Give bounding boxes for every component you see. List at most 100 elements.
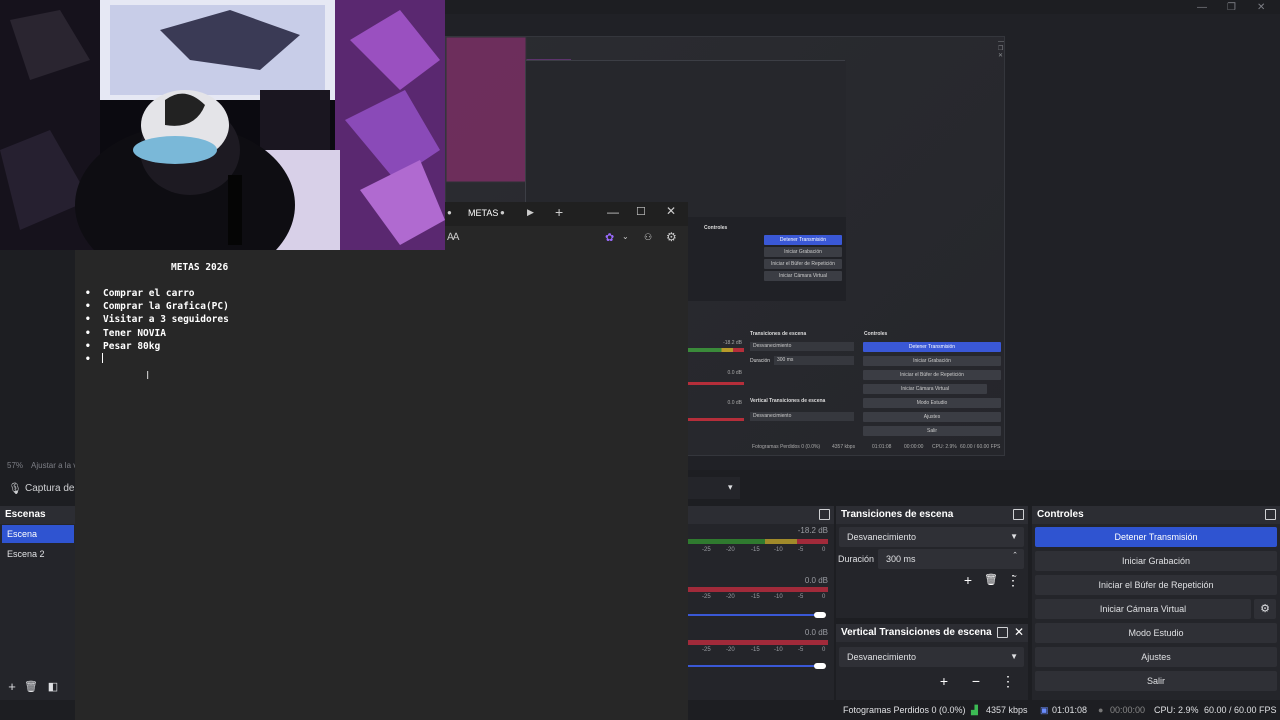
scenes-dock: Escenas Escena Escena 2 (0, 506, 75, 700)
nested-transitions: Transiciones de escena Desvanecimiento D… (746, 328, 858, 440)
duration-label: Duración (838, 554, 875, 564)
spellcheck-icon[interactable]: Ꜳ (447, 232, 460, 243)
studio-mode-button[interactable]: Modo Estudio (1035, 623, 1277, 643)
nested-trans-title: Transiciones de escena (750, 331, 807, 337)
fps: 60.00 / 60.00 FPS (1204, 705, 1277, 715)
copilot-icon[interactable]: ✿ (605, 231, 614, 244)
gear-icon[interactable]: ⚙ (666, 230, 677, 244)
dock-float-icon[interactable] (1265, 509, 1276, 520)
dock-float-icon[interactable] (1013, 509, 1024, 520)
bitrate: 4357 kbps (986, 705, 1028, 715)
zoom-value[interactable]: 57% (7, 461, 23, 470)
list-item: • Comprar el carro (85, 288, 195, 299)
scenes-title: Escenas (0, 506, 75, 524)
volume-slider-3[interactable] (688, 665, 822, 667)
minimize-icon[interactable]: — (607, 205, 619, 219)
add-icon[interactable]: + (935, 672, 953, 690)
notepad-tab-metas[interactable]: METAS (468, 208, 498, 218)
minimize-icon[interactable]: — (1197, 2, 1207, 13)
signal-icon: ▟ (971, 705, 978, 715)
vertical-transition-select[interactable]: Desvanecimiento ▼ (839, 647, 1024, 667)
volume-knob-3[interactable] (814, 663, 826, 669)
notepad-editor[interactable]: METAS 2026 • Comprar el carro • Comprar la… (75, 250, 688, 720)
list-item: • Pesar 80kg (85, 341, 161, 352)
close-icon[interactable]: ✕ (666, 204, 676, 218)
volume-slider-2[interactable] (688, 614, 822, 616)
nested-status-dropped: Fotogramas Perdidos 0 (0.0%) (752, 444, 821, 450)
nested-record-button: Iniciar Grabación (764, 247, 842, 257)
meter-1-db: -18.2 dB (797, 526, 828, 535)
nested-duration-value: 300 ms (774, 356, 854, 365)
nested-status-time: 01:01:08 (872, 444, 892, 450)
maximize-icon[interactable]: ☐ (636, 205, 646, 218)
record-time: 00:00:00 (1110, 705, 1146, 715)
gear-icon[interactable]: ⚙ (1254, 599, 1276, 619)
chevron-down-icon[interactable]: ⌄ (622, 232, 629, 241)
trash-icon[interactable]: 🗑 (982, 571, 1000, 589)
nested-status-cpu: CPU: 2.9% (932, 444, 957, 450)
transition-select[interactable]: Desvanecimiento ▼ (839, 527, 1024, 547)
vertical-transitions-dock: Vertical Transiciones de escena ✕ Desvan… (836, 624, 1028, 700)
nested-ctrl-6: Salir (863, 426, 1001, 436)
meter-3-db: 0.0 dB (804, 628, 828, 637)
nested-controls: Controles Detener Transmisión Iniciar Gr… (860, 328, 1004, 440)
scene-item-escena-2[interactable]: Escena 2 (2, 545, 74, 563)
source-device-select[interactable]: ▾ (688, 477, 740, 499)
controls-title: Controles (1032, 506, 1280, 524)
nested-db-2: 0.0 dB (727, 370, 742, 376)
stream-time: 01:01:08 (1052, 705, 1088, 715)
add-scene-icon[interactable]: + (5, 680, 19, 694)
play-icon[interactable]: ▶ (527, 207, 534, 218)
chevron-down-icon: ▼ (1010, 652, 1018, 661)
notepad-toolbar: Ꜳ ✿ ⌄ ⚇ ⚙ (445, 226, 688, 252)
trash-icon[interactable]: 🗑 (24, 680, 38, 694)
nested-audio-mixer: -18.2 dB 0.0 dB 0.0 dB (688, 330, 744, 442)
nested-status-rec: 00:00:00 (904, 444, 924, 450)
stop-stream-button[interactable]: Detener Transmisión (1035, 527, 1277, 547)
start-replay-buffer-button[interactable]: Iniciar el Búfer de Repetición (1035, 575, 1277, 595)
nested-ctrl-5: Ajustes (863, 412, 1001, 422)
volume-knob-2[interactable] (814, 612, 826, 618)
nested-replay-button: Iniciar el Búfer de Repetición (764, 259, 842, 269)
new-tab-icon[interactable]: + (555, 204, 563, 220)
close-icon[interactable]: ✕ (1257, 2, 1265, 13)
ibeam-cursor-icon: I (146, 369, 150, 382)
settings-button[interactable]: Ajustes (1035, 647, 1277, 667)
start-virtual-camera-button[interactable]: Iniciar Cámara Virtual (1035, 599, 1251, 619)
more-icon[interactable]: ⋮ (1004, 571, 1022, 589)
meter-2-bar (688, 587, 828, 592)
nested-vcam-button: Iniciar Cámara Virtual (764, 271, 842, 281)
obs-window: — ❐ ✕ — ❐ ✕ Controles Detener Transmisió… (0, 0, 1280, 720)
list-item: • Comprar la Grafica(PC) (85, 301, 229, 312)
cpu-usage: CPU: 2.9% (1154, 705, 1199, 715)
meter-2-db: 0.0 dB (804, 576, 828, 585)
dock-float-icon[interactable] (819, 509, 830, 520)
start-recording-button[interactable]: Iniciar Grabación (1035, 551, 1277, 571)
title-bar: — ❐ ✕ (445, 0, 1280, 14)
dock-float-icon[interactable] (997, 627, 1008, 638)
transitions-title: Transiciones de escena (836, 506, 1028, 524)
zoom-fit-label[interactable]: Ajustar a la v (31, 461, 77, 470)
tab-dot-icon: ● (447, 208, 452, 217)
add-icon[interactable]: + (959, 571, 977, 589)
duration-input[interactable]: 300 ms ⌃ ⌄ (878, 549, 1024, 579)
maximize-icon[interactable]: ❐ (1227, 2, 1236, 13)
account-icon[interactable]: ⚇ (644, 232, 652, 243)
stream-icon: ▣ (1040, 705, 1049, 715)
scene-item-escena[interactable]: Escena (2, 525, 74, 543)
dropped-frames: Fotogramas Perdidos 0 (0.0%) (843, 705, 966, 715)
more-icon[interactable]: ⋮ (999, 672, 1017, 690)
controls-dock: Controles Detener Transmisión Iniciar Gr… (1032, 506, 1280, 700)
notepad-tab-bar: ● METAS ● ▶ + — ☐ ✕ (445, 202, 688, 226)
minus-icon[interactable]: − (967, 672, 985, 690)
chevron-down-icon: ▼ (1010, 532, 1018, 541)
nested-ctrl-1: Iniciar Grabación (863, 356, 1001, 366)
nested-status-fps: 60.00 / 60.00 FPS (960, 444, 1001, 450)
nested-ctrl-0: Detener Transmisión (863, 342, 1001, 352)
exit-button[interactable]: Salir (1035, 671, 1277, 691)
filter-icon[interactable]: ◧ (46, 680, 60, 694)
unsaved-dot-icon: ● (500, 208, 505, 217)
meter-1-bar (688, 539, 828, 544)
close-icon[interactable]: ✕ (1014, 625, 1024, 639)
nested-statusbar: Fotogramas Perdidos 0 (0.0%) 4357 kbps 0… (688, 443, 1004, 453)
